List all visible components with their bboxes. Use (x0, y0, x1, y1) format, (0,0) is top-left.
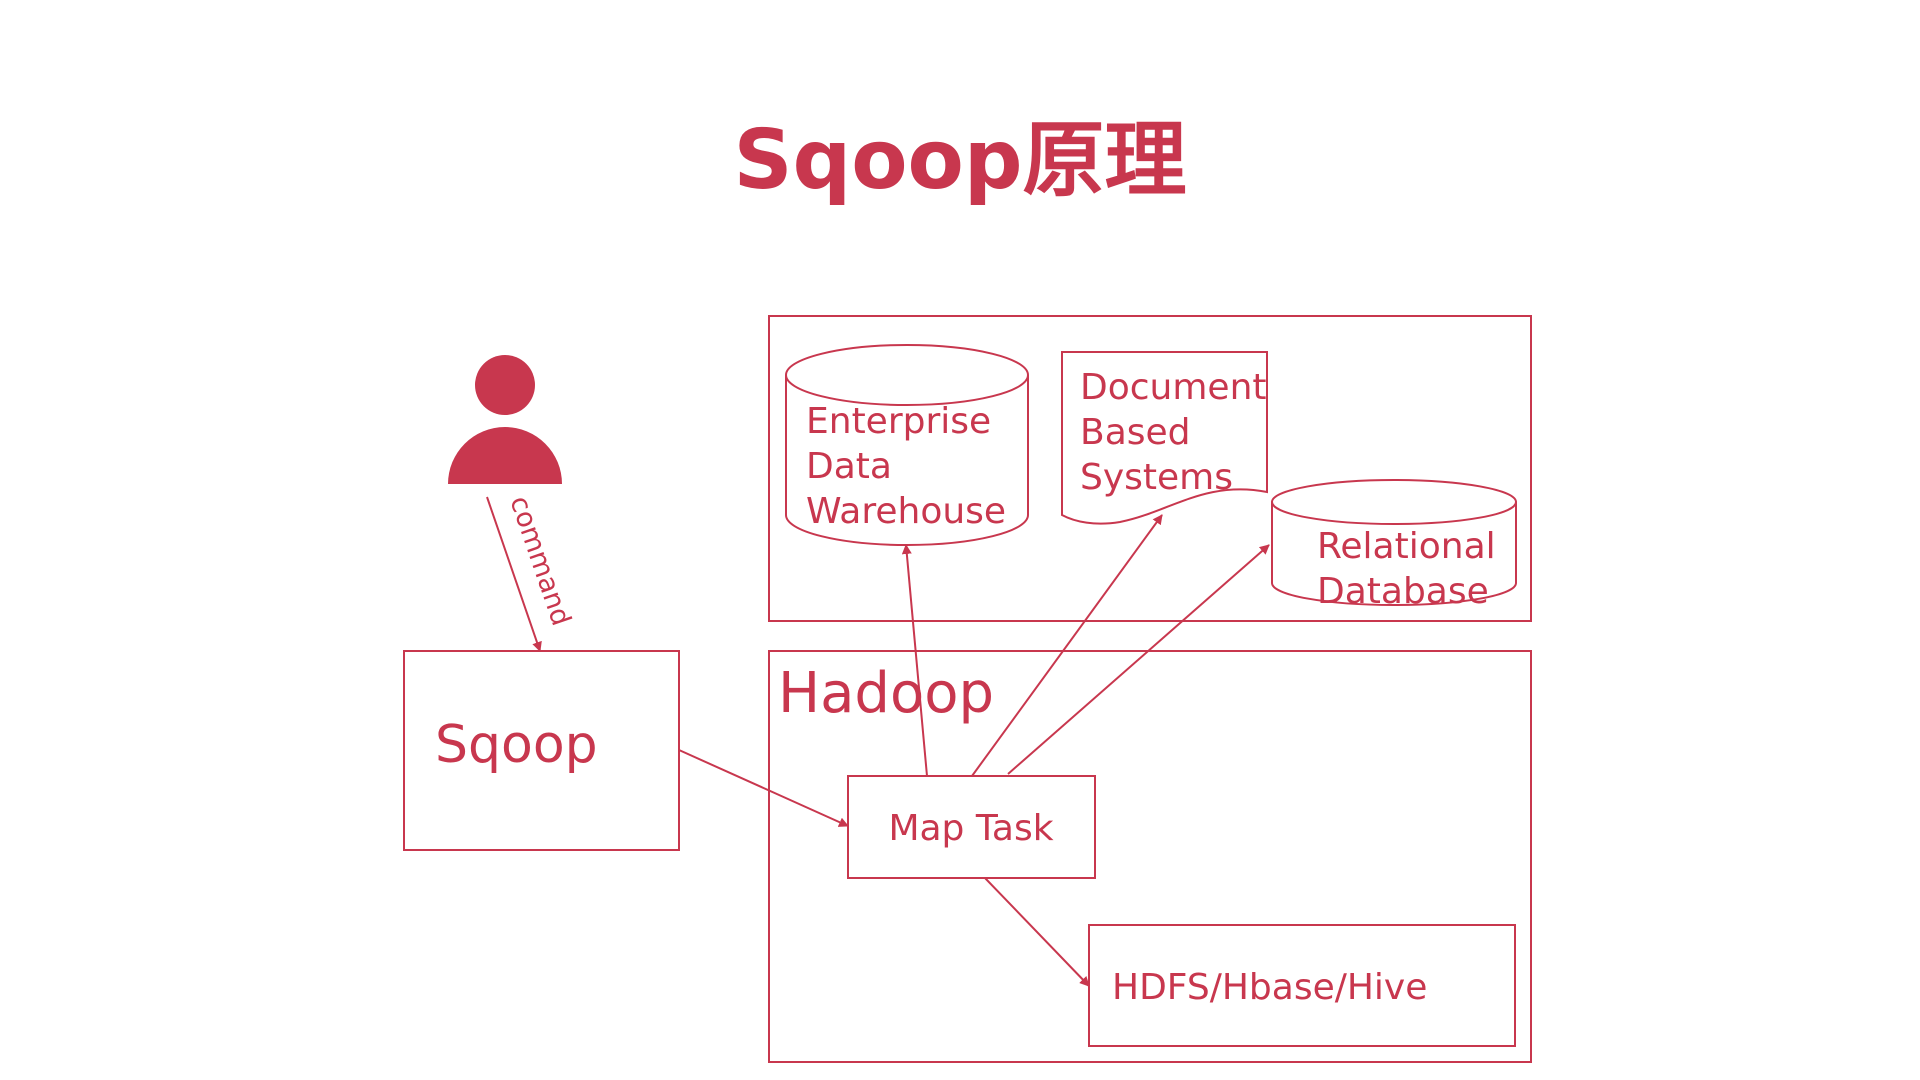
svg-text:Relational Database: Relational Database (1317, 526, 1507, 612)
relational-line-1: Relational (1317, 526, 1496, 567)
document-line-3: Systems (1080, 457, 1233, 498)
warehouse-line-2: Data (806, 446, 892, 487)
svg-text:Document Based Sys: Document Based Systems (1080, 367, 1278, 498)
hdfs-label: HDFS/Hbase/Hive (1112, 967, 1427, 1008)
map-task-label: Map Task (888, 808, 1053, 849)
document-line-2: Based (1080, 412, 1191, 453)
document-line-1: Document (1080, 367, 1267, 408)
hadoop-label: Hadoop (778, 661, 994, 726)
sqoop-label: Sqoop (435, 715, 598, 775)
svg-text:Enterprise Data Wa: Enterprise Data Warehouse (806, 401, 1006, 532)
map-task-to-relational-arrow (1007, 544, 1270, 775)
warehouse-line-3: Warehouse (806, 491, 1006, 532)
document-based-systems-shape: Document Based Systems (1061, 351, 1278, 525)
map-task-to-document-arrow (971, 514, 1163, 777)
person-icon (448, 355, 562, 484)
sqoop-to-map-task-arrow (678, 749, 849, 827)
page-title: Sqoop原理 (733, 113, 1186, 208)
relational-line-2: Database (1317, 571, 1489, 612)
enterprise-data-warehouse-cylinder: Enterprise Data Warehouse (785, 344, 1029, 546)
warehouse-line-1: Enterprise (806, 401, 991, 442)
relational-database-cylinder: Relational Database (1271, 479, 1517, 612)
sqoop-architecture-diagram: Sqoop原理 command Sqoop Enterprise Data Wa… (403, 113, 1532, 1063)
hdfs-hbase-hive-box: HDFS/Hbase/Hive (1088, 924, 1516, 1047)
command-label: command (503, 492, 576, 630)
sqoop-box: Sqoop (403, 650, 680, 851)
map-task-box: Map Task (847, 775, 1096, 879)
map-task-to-hdfs-arrow (984, 877, 1090, 987)
